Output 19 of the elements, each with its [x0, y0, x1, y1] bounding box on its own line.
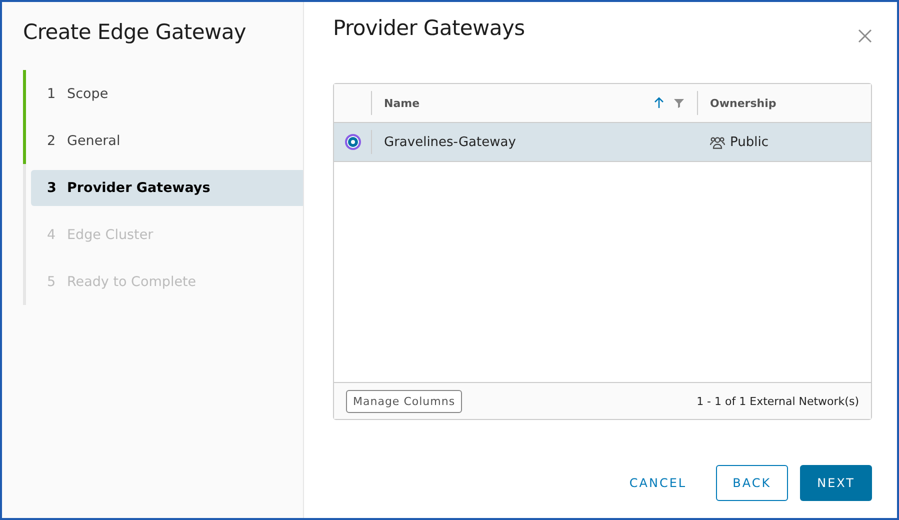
pagination-count: 1 - 1 of 1 External Network(s) — [696, 394, 859, 408]
wizard-step[interactable]: 2 General — [31, 122, 303, 158]
column-header[interactable]: Ownership — [710, 96, 776, 110]
wizard-button[interactable]: BACK — [716, 465, 788, 501]
wizard-title: Create Edge Gateway — [23, 20, 248, 46]
radio-button[interactable] — [345, 134, 361, 150]
close-icon[interactable] — [858, 29, 872, 43]
manage-columns-button[interactable]: Manage Columns — [346, 390, 462, 412]
column-header[interactable]: Name — [384, 96, 420, 110]
group-icon — [710, 136, 725, 148]
wizard-step[interactable]: 3 Provider Gateways — [31, 170, 303, 206]
wizard-button[interactable]: NEXT — [800, 465, 872, 501]
table-cell-text: Gravelines-Gateway — [383, 134, 517, 152]
filter-icon[interactable] — [674, 98, 684, 108]
cancel-link[interactable]: CANCEL — [612, 465, 704, 501]
sort-ascending-icon[interactable] — [654, 97, 664, 109]
page-title: Provider Gateways — [333, 16, 525, 40]
wizard-step[interactable]: 1 Scope — [31, 76, 303, 112]
table-cell: Public — [730, 134, 768, 150]
